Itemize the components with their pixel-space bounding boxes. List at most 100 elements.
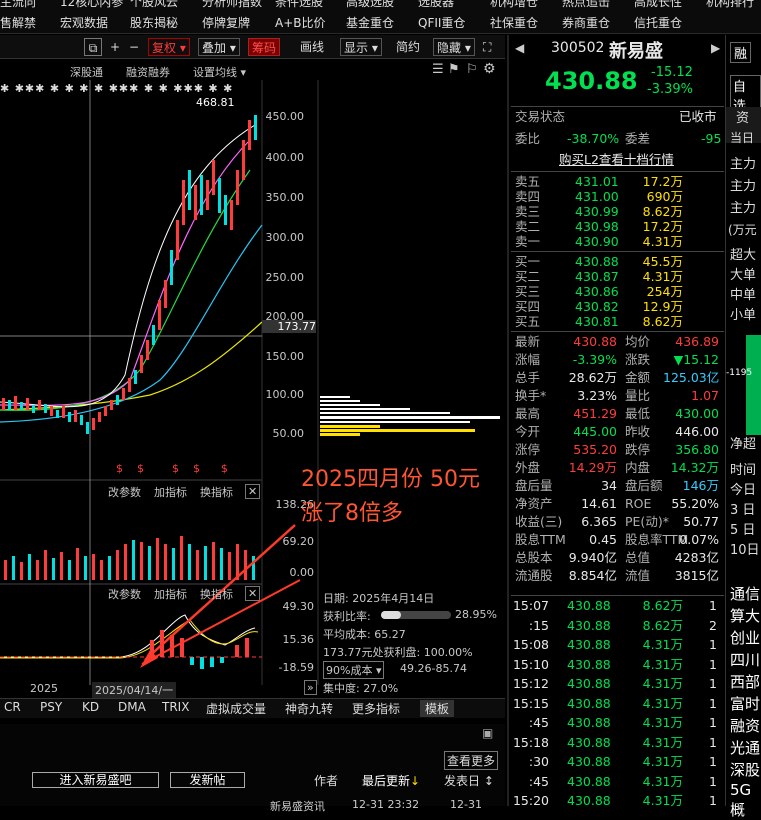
tab-kd[interactable]: KD — [82, 700, 99, 714]
stat-label: 总手 — [515, 370, 541, 385]
new-post-button[interactable]: 发新帖 — [170, 772, 245, 788]
nav-item[interactable]: 股东揭秘 — [130, 14, 178, 30]
nav-item[interactable]: 售解禁 — [0, 14, 36, 30]
theme-tag[interactable]: 深股 — [730, 759, 760, 780]
news-row-title[interactable]: 新易盛资讯 — [270, 798, 325, 814]
theme-tag[interactable]: 通信 — [730, 583, 760, 604]
zoom-out-icon[interactable]: − — [126, 38, 142, 56]
stat-value: 14.29万 — [568, 460, 617, 475]
nav-item[interactable]: 主流向 — [0, 0, 36, 9]
view-more-button[interactable]: 查看更多 — [444, 751, 499, 770]
tab-template[interactable]: 模板 — [420, 700, 455, 717]
tick-price: 430.88 — [567, 773, 611, 789]
ask-label: 卖一 — [515, 234, 541, 249]
stat-value: 50.77 — [683, 514, 719, 529]
theme-tag[interactable]: 西部 — [730, 671, 760, 692]
nav-item[interactable]: 热点追击 — [562, 0, 610, 9]
nav-item[interactable]: 机构排行 — [706, 0, 754, 9]
close-icon[interactable]: ✕ — [245, 586, 261, 601]
nav-item[interactable]: QFII重仓 — [418, 14, 465, 30]
enter-forum-button[interactable]: 进入新易盛吧 — [32, 772, 159, 788]
ask-price: 430.90 — [575, 234, 619, 249]
theme-tag[interactable]: 5G概 — [730, 781, 761, 820]
tick-volume: 4.31万 — [642, 676, 683, 691]
tab-cr[interactable]: CR — [4, 700, 21, 714]
tick-count: 1 — [709, 656, 717, 672]
author-column[interactable]: 作者 — [314, 772, 338, 789]
tab-dma[interactable]: DMA — [118, 700, 146, 714]
nav-item[interactable]: 社保重仓 — [490, 14, 538, 30]
nav-item[interactable]: 选股器 — [418, 0, 454, 9]
prev-stock-icon[interactable]: ◀ — [515, 41, 524, 55]
tab-virtual-volume[interactable]: 虚拟成交量 — [206, 700, 266, 717]
nav-item[interactable]: 高成长性 — [634, 0, 682, 9]
nav-item[interactable]: 个股风云 — [130, 0, 178, 9]
order-size-label: 中单 — [730, 288, 757, 303]
yincang-dropdown[interactable]: 隐藏 ▾ — [433, 38, 475, 56]
nav-item[interactable]: 基金重仓 — [346, 14, 394, 30]
stat-value: 0.07% — [679, 532, 719, 547]
macd-swap-indicator[interactable]: 换指标 — [200, 586, 233, 602]
buy-l2-link[interactable]: 购买L2查看十档行情 — [559, 151, 674, 169]
nav-item[interactable]: 宏观数据 — [60, 14, 108, 30]
tick-time: :30 — [528, 754, 549, 769]
yincang-label: 隐藏 — [437, 41, 462, 55]
jianyue-button[interactable]: 简约 — [393, 38, 423, 56]
panel-icon[interactable]: ▣ — [482, 726, 493, 740]
top-nav-row1: 主流向 12核心内参 个股风云 分析师指数 条件选股 高级选股 选股器 机构增仓… — [0, 0, 761, 9]
trade-status-value: 已收市 — [679, 109, 717, 124]
copy-icon[interactable]: ⧉ — [84, 38, 102, 56]
tab-magic-nine[interactable]: 神奇九转 — [285, 700, 333, 717]
tab-trix[interactable]: TRIX — [162, 700, 189, 714]
tab-psy[interactable]: PSY — [40, 700, 62, 714]
cost-percent-select[interactable]: 90%成本 ▾ — [323, 661, 385, 679]
theme-tag[interactable]: 四川 — [730, 649, 760, 670]
close-icon[interactable]: ✕ — [245, 484, 261, 499]
theme-tag[interactable]: 算大 — [730, 605, 760, 626]
macd-add-indicator[interactable]: 加指标 — [154, 586, 187, 602]
kline-chart-area[interactable]: 深股通 融资融券 设置均线 ▾ ☰ ⚑ ⚐ ⚙ ✱ ✱✱✱ ✱ ✱ ✱ ✱ ✱✱… — [0, 60, 505, 700]
fullscreen-icon[interactable]: ⛶ — [480, 38, 494, 56]
vol-add-indicator[interactable]: 加指标 — [154, 484, 187, 500]
post-date-column[interactable]: 发表日 ↕ — [444, 772, 494, 789]
latest-update-column[interactable]: 最后更新↓ — [362, 772, 420, 789]
vol-change-params[interactable]: 改参数 — [108, 484, 141, 500]
nav-item[interactable]: 条件选股 — [275, 0, 323, 9]
nav-item[interactable]: 券商重仓 — [562, 14, 610, 30]
today-label: 当日 — [730, 131, 755, 145]
tab-more-indicators[interactable]: 更多指标 — [352, 700, 400, 717]
tick-count: 1 — [709, 598, 717, 613]
theme-tag[interactable]: 融资 — [730, 715, 760, 736]
nav-item[interactable]: 12核心内参 — [60, 0, 123, 9]
theme-tag[interactable]: 富时 — [730, 693, 760, 714]
tick-count: 1 — [709, 734, 717, 750]
macd-change-params[interactable]: 改参数 — [108, 586, 141, 602]
double-chevron-right-icon[interactable]: » — [304, 680, 317, 695]
diejia-dropdown[interactable]: 叠加 ▾ — [198, 38, 240, 56]
next-stock-icon[interactable]: ▶ — [711, 41, 720, 55]
nav-item[interactable]: 分析师指数 — [202, 0, 262, 9]
huaxian-button[interactable]: 画线 — [297, 38, 327, 56]
news-row-time: 12-31 23:32 — [352, 798, 420, 811]
period-label: 时间 — [730, 463, 757, 478]
order-size-label: 大单 — [730, 268, 757, 283]
candles — [2, 115, 257, 434]
theme-tag[interactable]: 创业 — [730, 627, 760, 648]
chip-profit-at: 173.77元处获利盘: 100.00% — [323, 646, 473, 659]
chouma-button[interactable]: 筹码 — [248, 38, 281, 56]
stat-label: 涨跌 — [625, 352, 651, 367]
theme-tag[interactable]: 光通 — [730, 737, 760, 758]
nav-item[interactable]: 停牌复牌 — [202, 14, 250, 30]
nav-item[interactable]: 高级选股 — [346, 0, 394, 9]
fuquan-dropdown[interactable]: 复权 ▾ — [148, 38, 190, 56]
zoom-in-icon[interactable]: + — [107, 38, 123, 56]
tick-count: 1 — [709, 695, 717, 711]
last-price: 430.88 — [545, 67, 638, 95]
nav-item[interactable]: 机构增仓 — [490, 0, 538, 9]
xianshi-dropdown[interactable]: 显示 ▾ — [340, 38, 382, 56]
nav-item[interactable]: 信托重仓 — [634, 14, 682, 30]
nav-item[interactable]: A+B比价 — [275, 14, 326, 30]
stat-value: 9.940亿 — [568, 550, 617, 565]
vol-swap-indicator[interactable]: 换指标 — [200, 484, 233, 500]
tick-volume: 4.31万 — [642, 773, 683, 789]
